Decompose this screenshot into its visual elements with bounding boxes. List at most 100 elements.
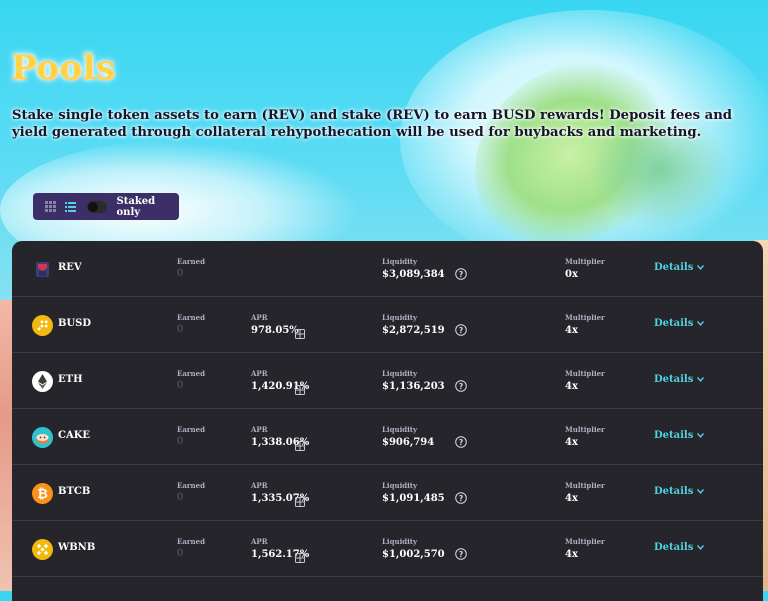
- apr-label: APR: [251, 537, 268, 546]
- btcb-token-icon: ₿: [32, 483, 53, 504]
- earned-label: Earned: [177, 481, 205, 490]
- liquidity-value: $1,002,570: [382, 549, 445, 560]
- token-name: ETH: [58, 374, 83, 385]
- earned-value: 0: [177, 268, 184, 279]
- multiplier-label: Multiplier: [565, 481, 605, 490]
- calculator-icon[interactable]: [295, 548, 305, 563]
- liquidity-label: Liquidity: [382, 257, 418, 266]
- toggle-knob: [88, 201, 99, 212]
- page-title: Pools: [11, 48, 116, 88]
- svg-text:?: ?: [459, 382, 463, 391]
- grid-view-button[interactable]: [43, 199, 58, 215]
- multiplier-value: 4x: [565, 325, 578, 336]
- multiplier-label: Multiplier: [565, 313, 605, 322]
- help-icon[interactable]: ?: [455, 433, 467, 448]
- calculator-icon[interactable]: [295, 324, 305, 339]
- details-label: Details: [654, 430, 694, 441]
- earned-label: Earned: [177, 313, 205, 322]
- liquidity-value: $1,091,485: [382, 493, 445, 504]
- page-subtitle: Stake single token assets to earn (REV) …: [12, 108, 733, 140]
- pool-row: WBNB Earned 0 APR 1,562.17% Liquidity $1,002,5…: [12, 521, 763, 577]
- pool-row: ETH Earned 0 APR 1,420.91% Liquidity $1,136,20…: [12, 353, 763, 409]
- earned-value: 0: [177, 324, 184, 335]
- details-button[interactable]: Details: [654, 262, 705, 273]
- apr-value: 978.05%: [251, 325, 299, 336]
- token-name: REV: [58, 262, 82, 273]
- liquidity-value: $2,872,519: [382, 325, 445, 336]
- liquidity-label: Liquidity: [382, 425, 418, 434]
- details-label: Details: [654, 374, 694, 385]
- svg-text:?: ?: [459, 326, 463, 335]
- wbnb-token-icon: [32, 539, 53, 560]
- list-view-button[interactable]: [63, 199, 78, 215]
- chevron-down-icon: [697, 430, 705, 441]
- svg-text:?: ?: [459, 494, 463, 503]
- token-name: BTCB: [58, 486, 91, 497]
- details-label: Details: [654, 318, 694, 329]
- liquidity-label: Liquidity: [382, 313, 418, 322]
- details-button[interactable]: Details: [654, 430, 705, 441]
- multiplier-value: 4x: [565, 437, 578, 448]
- multiplier-value: 0x: [565, 269, 578, 280]
- earned-label: Earned: [177, 257, 205, 266]
- pool-row: CAKE Earned 0 APR 1,338.06% Liquidity $906,794…: [12, 409, 763, 465]
- liquidity-value: $1,136,203: [382, 381, 445, 392]
- earned-value: 0: [177, 436, 184, 447]
- help-icon[interactable]: ?: [455, 377, 467, 392]
- calculator-icon[interactable]: [295, 436, 305, 451]
- apr-label: APR: [251, 481, 268, 490]
- svg-text:₿: ₿: [37, 487, 48, 502]
- multiplier-value: 4x: [565, 493, 578, 504]
- pool-row: REV Earned 0 Liquidity $3,089,384? Multiplier…: [12, 241, 763, 297]
- apr-label: APR: [251, 369, 268, 378]
- details-label: Details: [654, 262, 694, 273]
- help-icon[interactable]: ?: [455, 265, 467, 280]
- cake-token-icon: [32, 427, 53, 448]
- staked-only-label: Staked only: [116, 195, 156, 218]
- chevron-down-icon: [697, 374, 705, 385]
- liquidity-value: $3,089,384: [382, 269, 445, 280]
- chevron-down-icon: [697, 542, 705, 553]
- view-toolbar: Staked only: [33, 193, 179, 220]
- grid-view-icon: [45, 201, 57, 212]
- token-name: CAKE: [58, 430, 91, 441]
- earned-value: 0: [177, 380, 184, 391]
- details-label: Details: [654, 486, 694, 497]
- calculator-icon[interactable]: [295, 380, 305, 395]
- chevron-down-icon: [697, 318, 705, 329]
- help-icon[interactable]: ?: [455, 321, 467, 336]
- token-name: WBNB: [58, 542, 96, 553]
- staked-only-toggle[interactable]: [87, 200, 107, 213]
- multiplier-label: Multiplier: [565, 537, 605, 546]
- details-button[interactable]: Details: [654, 542, 705, 553]
- svg-text:?: ?: [459, 438, 463, 447]
- list-view-icon: [65, 201, 77, 212]
- chevron-down-icon: [697, 486, 705, 497]
- calculator-icon[interactable]: [295, 492, 305, 507]
- rev-token-icon: [32, 259, 53, 280]
- multiplier-label: Multiplier: [565, 257, 605, 266]
- liquidity-label: Liquidity: [382, 537, 418, 546]
- details-button[interactable]: Details: [654, 486, 705, 497]
- pool-table: REV Earned 0 Liquidity $3,089,384? Multiplier…: [12, 241, 763, 601]
- earned-label: Earned: [177, 537, 205, 546]
- multiplier-value: 4x: [565, 381, 578, 392]
- multiplier-label: Multiplier: [565, 369, 605, 378]
- liquidity-label: Liquidity: [382, 369, 418, 378]
- chevron-down-icon: [697, 262, 705, 273]
- details-button[interactable]: Details: [654, 318, 705, 329]
- earned-label: Earned: [177, 369, 205, 378]
- token-name: BUSD: [58, 318, 92, 329]
- svg-text:?: ?: [459, 550, 463, 559]
- help-icon[interactable]: ?: [455, 489, 467, 504]
- pool-row: BUSD Earned 0 APR 978.05% Liquidity $2,872,519…: [12, 297, 763, 353]
- busd-token-icon: [32, 315, 53, 336]
- details-button[interactable]: Details: [654, 374, 705, 385]
- liquidity-label: Liquidity: [382, 481, 418, 490]
- earned-value: 0: [177, 492, 184, 503]
- eth-token-icon: [32, 371, 53, 392]
- help-icon[interactable]: ?: [455, 545, 467, 560]
- earned-value: 0: [177, 548, 184, 559]
- pool-row: ₿ BTCB Earned 0 APR 1,335.07% Liquidity $1,091,…: [12, 465, 763, 521]
- liquidity-value: $906,794: [382, 437, 435, 448]
